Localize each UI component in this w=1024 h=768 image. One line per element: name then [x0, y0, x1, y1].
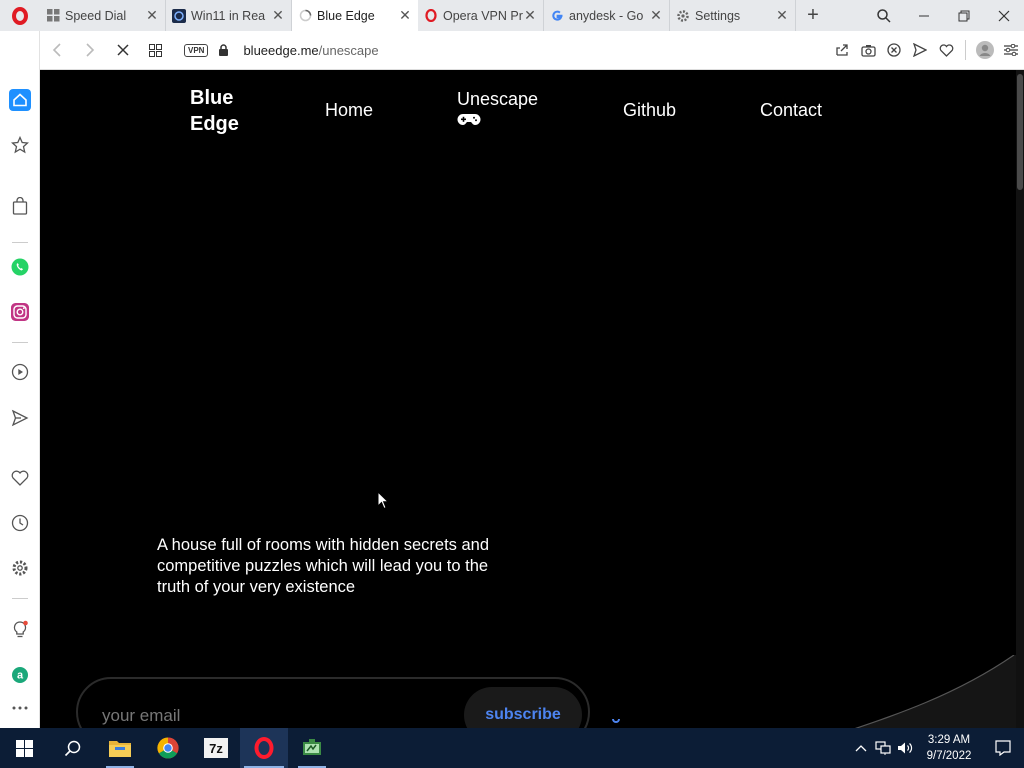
- tab-blue-edge[interactable]: Blue Edge ✕: [292, 0, 418, 31]
- player-icon[interactable]: [0, 357, 40, 387]
- close-icon[interactable]: ✕: [523, 7, 537, 23]
- chevron-up-icon[interactable]: [850, 744, 872, 752]
- file-explorer-icon[interactable]: [96, 728, 144, 768]
- windows-taskbar: 7z 3:29 AM 9/7/2022: [0, 728, 1024, 768]
- settings-gear-icon[interactable]: [0, 553, 40, 583]
- whatsapp-icon[interactable]: [0, 252, 40, 282]
- close-icon[interactable]: ✕: [649, 7, 663, 23]
- more-options-icon[interactable]: [0, 693, 40, 723]
- decorative-curve: [855, 655, 1016, 728]
- stop-loading-button[interactable]: [106, 31, 139, 70]
- close-icon[interactable]: ✕: [145, 7, 159, 23]
- lock-icon[interactable]: [217, 44, 229, 56]
- app-icon[interactable]: [288, 728, 336, 768]
- url-field[interactable]: blueedge.me/unescape: [243, 43, 378, 58]
- clock-date: 9/7/2022: [926, 750, 972, 762]
- nav-link-github[interactable]: Github: [623, 100, 676, 121]
- easy-setup-icon[interactable]: [998, 31, 1024, 70]
- tips-lightbulb-icon[interactable]: [0, 615, 40, 645]
- opera-icon[interactable]: [240, 728, 288, 768]
- tab-title: Speed Dial: [65, 8, 127, 23]
- gear-icon: [676, 9, 690, 23]
- win11-favicon: [172, 8, 186, 23]
- flow-send-icon[interactable]: [0, 403, 40, 433]
- instagram-icon[interactable]: [0, 297, 40, 327]
- vpn-badge[interactable]: VPN: [184, 43, 209, 57]
- email-field[interactable]: [102, 701, 442, 728]
- hero-tagline: A house full of rooms with hidden secret…: [157, 536, 490, 596]
- svg-text:7z: 7z: [209, 741, 223, 756]
- address-bar: VPN blueedge.me/unescape: [40, 31, 1024, 70]
- aria-icon[interactable]: a: [0, 660, 40, 690]
- volume-icon[interactable]: [894, 741, 916, 755]
- snapshot-icon[interactable]: [855, 31, 881, 70]
- nav-link-unescape[interactable]: Unescape: [457, 89, 538, 110]
- tab-win11[interactable]: Win11 in Rea ✕: [166, 0, 292, 31]
- subscribe-form: subscribe: [76, 677, 590, 728]
- tab-title: Settings: [695, 8, 741, 23]
- network-icon[interactable]: [872, 741, 894, 755]
- mouse-cursor-icon: [377, 491, 389, 510]
- google-favicon: [550, 9, 564, 23]
- tabs-grid-icon[interactable]: [139, 31, 172, 70]
- page-scrollbar[interactable]: [1016, 70, 1024, 728]
- site-brand-logo[interactable]: Blue Edge: [190, 85, 260, 137]
- scrollbar-thumb[interactable]: [1017, 74, 1023, 190]
- close-icon[interactable]: ✕: [271, 7, 285, 23]
- url-domain: blueedge.me: [243, 42, 319, 58]
- search-icon[interactable]: [48, 728, 96, 768]
- personal-news-heart-icon[interactable]: [0, 463, 40, 493]
- opera-sidebar: a: [0, 31, 40, 728]
- opera-logo-icon: [12, 6, 28, 25]
- tab-anydesk-google[interactable]: anydesk - Go ✕: [544, 0, 670, 31]
- 7zip-icon[interactable]: 7z: [192, 728, 240, 768]
- speed-dial-icon: [46, 9, 60, 23]
- system-clock[interactable]: 3:29 AM 9/7/2022: [916, 732, 982, 764]
- close-window-button[interactable]: [984, 0, 1024, 31]
- tab-title: Win11 in Rea: [191, 8, 266, 23]
- tab-search-icon[interactable]: [864, 0, 904, 31]
- send-icon[interactable]: [907, 31, 933, 70]
- divider: [965, 40, 966, 60]
- tab-title: Opera VPN Pr: [443, 8, 523, 23]
- clock-time: 3:29 AM: [927, 734, 971, 746]
- gamepad-icon: [457, 113, 481, 131]
- new-tab-button[interactable]: +: [796, 0, 830, 31]
- forward-button[interactable]: [73, 31, 106, 70]
- loading-spinner-icon: [298, 9, 312, 23]
- web-page: Blue Edge Home Unescape Github Contact A…: [40, 70, 1016, 728]
- tab-settings[interactable]: Settings ✕: [670, 0, 796, 31]
- nav-link-contact[interactable]: Contact: [760, 100, 822, 121]
- tab-bar: Speed Dial ✕ Win11 in Rea ✕ Blue Edge ✕ …: [0, 0, 1024, 31]
- chrome-icon[interactable]: [144, 728, 192, 768]
- tab-title: anydesk - Go: [569, 8, 644, 23]
- heart-icon[interactable]: [933, 31, 959, 70]
- loading-indicator-icon: [612, 710, 620, 723]
- share-icon[interactable]: [829, 31, 855, 70]
- close-icon[interactable]: ✕: [775, 7, 789, 23]
- history-clock-icon[interactable]: [0, 508, 40, 538]
- home-icon[interactable]: [0, 85, 40, 115]
- profile-avatar-icon[interactable]: [972, 31, 998, 70]
- restore-button[interactable]: [944, 0, 984, 31]
- notifications-icon[interactable]: [982, 728, 1024, 768]
- tab-speed-dial[interactable]: Speed Dial ✕: [40, 0, 166, 31]
- opera-favicon: [424, 9, 438, 23]
- url-path: /unescape: [318, 42, 379, 58]
- bookmarks-icon[interactable]: [0, 130, 40, 160]
- tab-opera-vpn[interactable]: Opera VPN Pr ✕: [418, 0, 544, 31]
- minimize-button[interactable]: [904, 0, 944, 31]
- shopping-bag-icon[interactable]: [0, 191, 40, 221]
- close-icon[interactable]: ✕: [398, 7, 412, 23]
- opera-menu-button[interactable]: [0, 0, 40, 31]
- subscribe-button[interactable]: subscribe: [464, 687, 582, 728]
- back-button[interactable]: [40, 31, 73, 70]
- tab-title: Blue Edge: [317, 8, 375, 23]
- ad-blocker-icon[interactable]: [881, 31, 907, 70]
- nav-link-home[interactable]: Home: [325, 100, 373, 121]
- svg-text:a: a: [17, 670, 24, 682]
- start-button[interactable]: [0, 728, 48, 768]
- system-tray: 3:29 AM 9/7/2022: [850, 728, 1024, 768]
